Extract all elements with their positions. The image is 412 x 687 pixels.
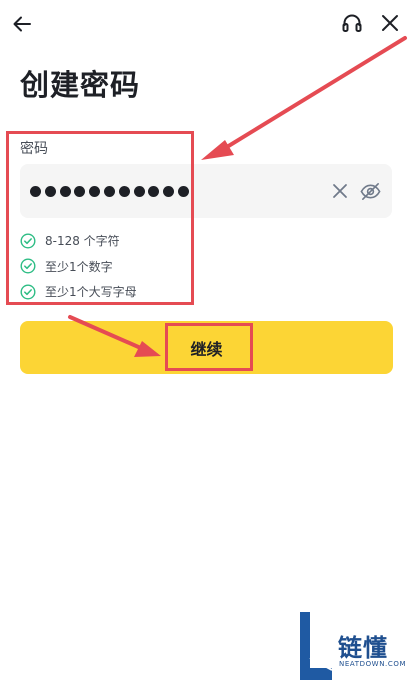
- watermark-text: 链懂: [338, 634, 388, 662]
- password-dot: [103, 185, 115, 197]
- password-dot: [30, 185, 41, 197]
- rule-text: 至少1个数字: [45, 259, 113, 274]
- password-dot: [74, 185, 86, 197]
- password-rules: 8-128 个字符 至少1个数字 至少1个大写字母: [20, 228, 200, 305]
- continue-button-label: 继续: [190, 341, 223, 359]
- eye-slash-icon[interactable]: [359, 180, 382, 203]
- password-dot: [118, 185, 130, 197]
- arrow-left-icon[interactable]: [10, 12, 34, 36]
- watermark-subtext: NEATDOWN.COM: [339, 660, 407, 668]
- annotation-arrow-to-field: [201, 36, 407, 160]
- password-dot: [133, 185, 145, 197]
- rule-text: 8-128 个字符: [45, 234, 120, 249]
- clear-input-icon[interactable]: [330, 181, 350, 201]
- password-label: 密码: [20, 141, 48, 157]
- password-dot: [59, 185, 71, 197]
- password-masked-value: [30, 178, 193, 204]
- top-bar: [0, 0, 412, 48]
- check-circle-icon: [20, 233, 36, 249]
- check-circle-icon: [20, 284, 36, 300]
- password-dot: [177, 185, 189, 197]
- password-dot: [148, 185, 160, 197]
- headset-icon[interactable]: [340, 11, 364, 35]
- rule-item: 至少1个数字: [20, 254, 200, 280]
- rule-item: 至少1个大写字母: [20, 279, 200, 305]
- continue-button[interactable]: 继续: [20, 321, 393, 374]
- password-dot: [163, 185, 175, 197]
- password-dot: [89, 185, 101, 197]
- check-circle-icon: [20, 258, 36, 274]
- page-title: 创建密码: [20, 68, 141, 102]
- rule-item: 8-128 个字符: [20, 228, 200, 254]
- password-dot: [44, 185, 56, 197]
- close-icon[interactable]: [378, 11, 402, 35]
- rule-text: 至少1个大写字母: [45, 285, 137, 300]
